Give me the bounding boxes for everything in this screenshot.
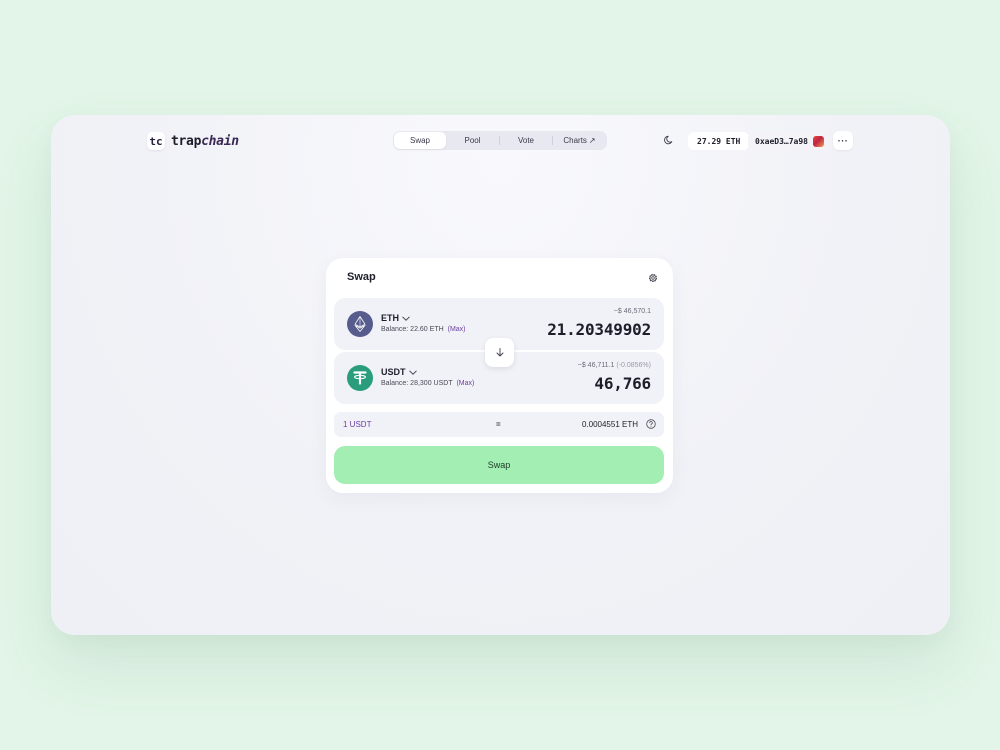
to-token-symbol: USDT	[381, 367, 406, 377]
to-max-button[interactable]: (Max)	[456, 380, 474, 387]
eth-token-icon	[347, 311, 373, 337]
from-amount-input[interactable]: 21.20349902	[547, 320, 651, 339]
to-token-balance: Balance: 28,300 USDT (Max)	[381, 380, 474, 387]
wallet-address: 0xaeD3…7a98	[755, 136, 808, 146]
tab-swap[interactable]: Swap	[394, 132, 446, 149]
logo-text-plain: trap	[171, 133, 202, 149]
wallet-address-button[interactable]: 0xaeD3…7a98	[748, 132, 828, 150]
from-token-symbol: ETH	[381, 313, 399, 323]
rate-equals: =	[496, 420, 501, 429]
from-token-balance: Balance: 22.60 ETH (Max)	[381, 326, 466, 333]
logo-mark: tc	[147, 132, 165, 150]
from-token-selector[interactable]: ETH	[381, 313, 410, 323]
app-window: tc trapchain Swap Pool Vote Charts ↗ 27.2…	[51, 115, 950, 635]
avatar	[812, 135, 824, 147]
from-usd-value: ~$ 46,570.1	[613, 308, 651, 315]
tab-charts[interactable]: Charts ↗	[553, 132, 606, 149]
moon-icon[interactable]	[664, 135, 674, 145]
logo-text: trapchain	[171, 134, 239, 149]
flip-direction-button[interactable]	[485, 338, 514, 367]
price-impact: (-0.0856%)	[616, 362, 651, 369]
chevron-down-icon	[402, 315, 410, 321]
swap-card: Swap ETH Balance: 22.60 ETH (Max) ~$ 46,…	[326, 258, 673, 493]
external-link-icon: ↗	[588, 136, 596, 145]
to-balance-label: Balance: 28,300 USDT	[381, 380, 453, 387]
rate-base: 1 USDT	[343, 420, 372, 429]
chevron-down-icon	[408, 369, 417, 375]
tab-pool[interactable]: Pool	[446, 132, 499, 149]
from-balance-label: Balance: 22.60 ETH	[381, 326, 444, 333]
to-token-selector[interactable]: USDT	[381, 367, 417, 377]
exchange-rate-row: 1 USDT = 0.0004551 ETH	[334, 412, 664, 437]
tab-charts-label: Charts	[563, 136, 587, 145]
arrow-down-icon	[496, 348, 503, 357]
from-max-button[interactable]: (Max)	[448, 326, 466, 333]
help-icon[interactable]	[646, 419, 656, 429]
logo[interactable]: tc trapchain	[147, 132, 239, 150]
to-usd-value: ~$ 46,711.1 (-0.0856%)	[578, 362, 651, 369]
eth-balance[interactable]: 27.29 ETH	[688, 132, 750, 150]
rate-quote: 0.0004551 ETH	[581, 420, 638, 429]
tab-vote[interactable]: Vote	[500, 132, 552, 149]
gear-icon[interactable]	[647, 272, 659, 284]
swap-button[interactable]: Swap	[334, 446, 664, 484]
usdt-token-icon	[347, 365, 373, 391]
nav-tabs: Swap Pool Vote Charts ↗	[393, 131, 607, 150]
to-amount-input[interactable]: 46,766	[594, 374, 651, 393]
to-usd-amount: ~$ 46,711.1	[577, 362, 615, 369]
swap-title: Swap	[347, 271, 376, 283]
more-menu-button[interactable]: ···	[833, 131, 853, 150]
logo-text-accent: chain	[201, 133, 239, 149]
